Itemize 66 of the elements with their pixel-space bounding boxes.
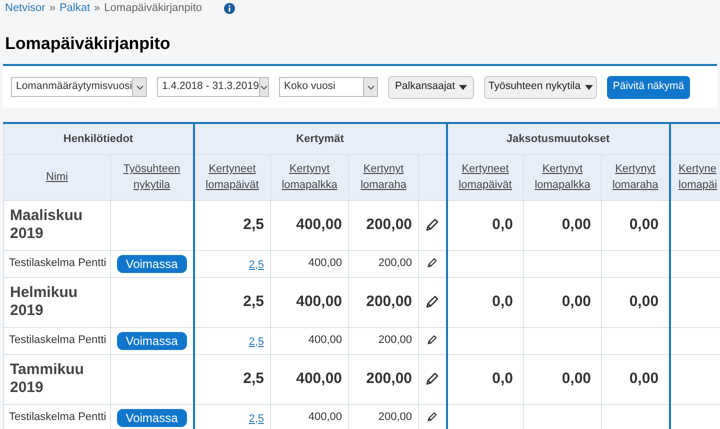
update-view-button[interactable]: Päivitä näkymä — [607, 76, 690, 98]
page-title: Lomapäiväkirjanpito — [4, 33, 172, 51]
dropdown-button[interactable]: Työsuhteen nykytila — [484, 76, 597, 98]
total-cell: 200,00 — [348, 277, 419, 327]
amount-cell: 200,00 — [348, 327, 419, 354]
select-field[interactable]: 1.4.2018 - 31.3.2019 — [157, 77, 269, 97]
group-header: Kertymät — [194, 123, 447, 154]
month-cell: Tammikuu 2019 — [4, 354, 110, 404]
name-cell: Testilaskelma Pentti — [4, 327, 110, 354]
caret-icon — [459, 84, 468, 90]
days-link[interactable]: 2,5 — [248, 412, 264, 424]
name-cell: Testilaskelma Pentti — [4, 250, 110, 277]
chevron-down-icon — [366, 84, 374, 90]
info-icon[interactable] — [224, 3, 236, 14]
days-link[interactable]: 2,5 — [248, 258, 264, 270]
amount-cell: 400,00 — [270, 250, 349, 277]
total-cell: 0,00 — [602, 200, 670, 250]
total-cell: 200,00 — [348, 200, 419, 250]
pencil-icon[interactable] — [424, 294, 440, 310]
total-cell: 200,00 — [348, 354, 419, 404]
month-cell: Maaliskuu 2019 — [4, 200, 110, 250]
status-badge: Voimassa — [116, 254, 187, 272]
month-cell: Helmikuu 2019 — [4, 277, 110, 327]
days-link[interactable]: 2,5 — [248, 336, 264, 348]
select-field[interactable]: Lomanmääräytymisvuosi — [11, 77, 147, 97]
column-header[interactable]: Kertyne lomapäi — [670, 154, 720, 200]
group-header: Jaksotusmuutokset — [446, 123, 670, 154]
chevron-down-icon — [136, 84, 144, 90]
amount-cell: 400,00 — [270, 404, 349, 429]
total-cell: 0,00 — [524, 200, 602, 250]
pencil-icon[interactable] — [426, 411, 438, 424]
pencil-icon[interactable] — [424, 216, 440, 233]
column-header[interactable]: Kertynyt lomapalkka — [270, 154, 349, 200]
breadcrumb-text: » — [94, 1, 100, 16]
column-header[interactable]: Kertynyt lomaraha — [602, 154, 670, 200]
caret-icon — [584, 84, 593, 90]
amount-cell: 200,00 — [348, 250, 419, 277]
column-header[interactable]: Nimi — [4, 154, 110, 200]
status-badge: Voimassa — [116, 332, 187, 350]
pencil-icon[interactable] — [426, 334, 438, 346]
status-badge: Voimassa — [116, 408, 187, 426]
select-field[interactable]: Koko vuosi — [279, 77, 378, 97]
breadcrumb-text: » — [49, 1, 56, 16]
chevron-down-icon — [260, 84, 268, 90]
amount-cell: 200,00 — [348, 404, 419, 429]
breadcrumb-text: Lomapäiväkirjanpito — [104, 1, 202, 16]
group-header: Henkilötiedot — [4, 123, 194, 154]
breadcrumb-link[interactable]: Netvisor — [5, 0, 46, 17]
amount-cell: 400,00 — [270, 327, 349, 354]
pencil-icon[interactable] — [426, 257, 438, 270]
total-cell: 0,00 — [524, 277, 602, 327]
name-cell: Testilaskelma Pentti — [4, 404, 110, 429]
column-header[interactable]: Kertynyt lomaraha — [348, 154, 419, 200]
dropdown-button[interactable]: Palkansaajat — [388, 76, 474, 98]
pencil-icon[interactable] — [424, 370, 440, 387]
column-header[interactable]: Kertyneet lomapäivät — [446, 154, 524, 200]
total-cell: 400,00 — [270, 354, 349, 404]
column-header[interactable]: Kertynyt lomapalkka — [524, 154, 602, 200]
column-header[interactable]: Kertyneet lomapäivät — [194, 154, 271, 200]
breadcrumb-link[interactable]: Palkat — [59, 0, 90, 17]
total-cell: 0,00 — [524, 354, 602, 404]
total-cell: 0,00 — [602, 277, 670, 327]
total-cell: 400,00 — [270, 200, 349, 250]
total-cell: 0,00 — [602, 354, 670, 404]
column-header[interactable]: Työsuhteen nykytila — [110, 154, 194, 200]
total-cell: 400,00 — [270, 277, 349, 327]
